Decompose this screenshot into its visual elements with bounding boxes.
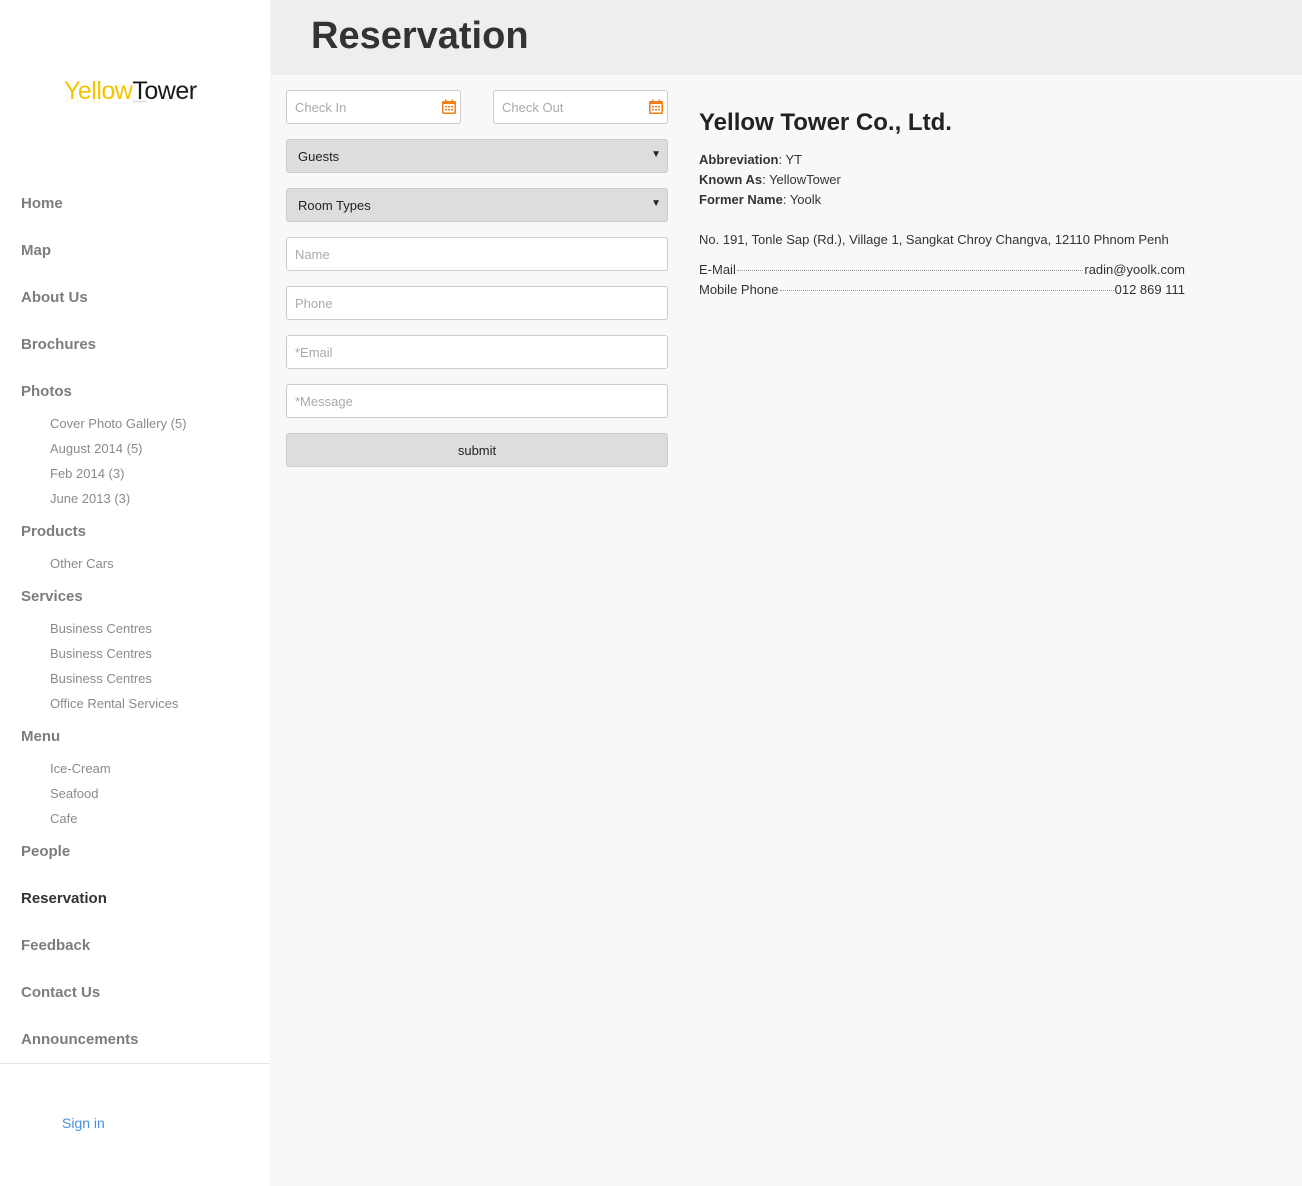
former-name-label: Former Name: [699, 192, 783, 207]
mobile-value: 012 869 111: [1114, 282, 1185, 297]
mobile-label: Mobile Phone: [699, 282, 779, 297]
guests-select-label: Guests: [298, 149, 340, 164]
company-address: No. 191, Tonle Sap (Rd.), Village 1, San…: [699, 232, 1169, 247]
sidebar-subitem-ice-cream[interactable]: Ice-Cream: [50, 761, 111, 776]
check-in-input[interactable]: [287, 91, 460, 123]
sidebar-subitem-august-2014[interactable]: August 2014 (5): [50, 441, 143, 456]
sidebar-item-people[interactable]: People: [21, 843, 70, 860]
sidebar-item-feedback[interactable]: Feedback: [21, 937, 90, 954]
sidebar-item-photos[interactable]: Photos: [21, 383, 72, 400]
message-input[interactable]: [287, 385, 667, 417]
chevron-down-icon: ▼: [651, 149, 661, 160]
chevron-down-icon: ▼: [651, 198, 661, 209]
sidebar-item-announcements[interactable]: Announcements: [21, 1031, 139, 1048]
calendar-icon[interactable]: [441, 99, 457, 115]
email-link[interactable]: radin@yoolk.com: [1084, 260, 1185, 280]
company-info: Yellow Tower Co., Ltd. Abbreviation: YT …: [699, 108, 1185, 300]
sidebar-item-map[interactable]: Map: [21, 242, 51, 259]
guests-select[interactable]: Guests ▼: [286, 139, 668, 173]
sidebar-subitem-office-rental-services[interactable]: Office Rental Services: [50, 696, 178, 711]
abbreviation-value: YT: [785, 152, 803, 167]
room-types-select-label: Room Types: [298, 198, 371, 213]
sidebar-subitem-business-centres[interactable]: Business Centres: [50, 671, 152, 686]
sidebar-item-menu[interactable]: Menu: [21, 728, 60, 745]
name-field: [286, 237, 668, 271]
known-as-line: Known As: YellowTower: [699, 172, 841, 187]
sidebar-subitem-cover-photo-gallery[interactable]: Cover Photo Gallery (5): [50, 416, 187, 431]
dotted-leader: [779, 290, 1114, 291]
sidebar-subitem-other-cars[interactable]: Other Cars: [50, 556, 114, 571]
sidebar-item-reservation[interactable]: Reservation: [21, 890, 107, 907]
contact-row-email: E-Mail radin@yoolk.com: [699, 260, 1185, 280]
sidebar-item-home[interactable]: Home: [21, 195, 63, 212]
abbreviation-label: Abbreviation: [699, 152, 779, 167]
known-as-value: YellowTower: [769, 172, 841, 187]
room-types-select[interactable]: Room Types ▼: [286, 188, 668, 222]
dotted-leader: [736, 270, 1084, 271]
check-out-field: [493, 90, 668, 124]
submit-button[interactable]: submit: [286, 433, 668, 467]
sidebar-subitem-cafe[interactable]: Cafe: [50, 811, 77, 826]
sidebar-item-about-us[interactable]: About Us: [21, 289, 88, 306]
sidebar-item-services[interactable]: Services: [21, 588, 83, 605]
logo-reflection: YellowTower: [64, 98, 214, 108]
contact-list: E-Mail radin@yoolk.com Mobile Phone 012 …: [699, 260, 1185, 300]
sidebar-subitem-feb-2014[interactable]: Feb 2014 (3): [50, 466, 124, 481]
email-input[interactable]: [287, 336, 667, 368]
page-header: Reservation: [271, 0, 1302, 75]
sidebar-subitem-june-2013[interactable]: June 2013 (3): [50, 491, 130, 506]
sidebar: YellowTower YellowTower Home Map About U…: [0, 0, 270, 1186]
email-field: [286, 335, 668, 369]
check-in-field: [286, 90, 461, 124]
abbreviation-line: Abbreviation: YT: [699, 152, 803, 167]
known-as-label: Known As: [699, 172, 763, 187]
sidebar-subitem-business-centres[interactable]: Business Centres: [50, 621, 152, 636]
check-out-input[interactable]: [494, 91, 667, 123]
sidebar-subitem-business-centres[interactable]: Business Centres: [50, 646, 152, 661]
sidebar-item-products[interactable]: Products: [21, 523, 86, 540]
sidebar-divider: [0, 1063, 270, 1064]
page-title: Reservation: [311, 15, 529, 57]
name-input[interactable]: [287, 238, 667, 270]
sidebar-item-brochures[interactable]: Brochures: [21, 336, 96, 353]
sidebar-item-contact-us[interactable]: Contact Us: [21, 984, 100, 1001]
company-name: Yellow Tower Co., Ltd.: [699, 109, 952, 136]
phone-field: [286, 286, 668, 320]
message-field: [286, 384, 668, 418]
contact-row-mobile: Mobile Phone 012 869 111: [699, 280, 1185, 300]
calendar-icon[interactable]: [648, 99, 664, 115]
former-name-value: Yoolk: [789, 192, 822, 207]
sidebar-subitem-seafood[interactable]: Seafood: [50, 786, 98, 801]
logo[interactable]: YellowTower YellowTower: [64, 76, 214, 126]
sign-in-link[interactable]: Sign in: [62, 1115, 105, 1131]
phone-input[interactable]: [287, 287, 667, 319]
email-label: E-Mail: [699, 262, 736, 277]
former-name-line: Former Name: Yoolk: [699, 192, 822, 207]
